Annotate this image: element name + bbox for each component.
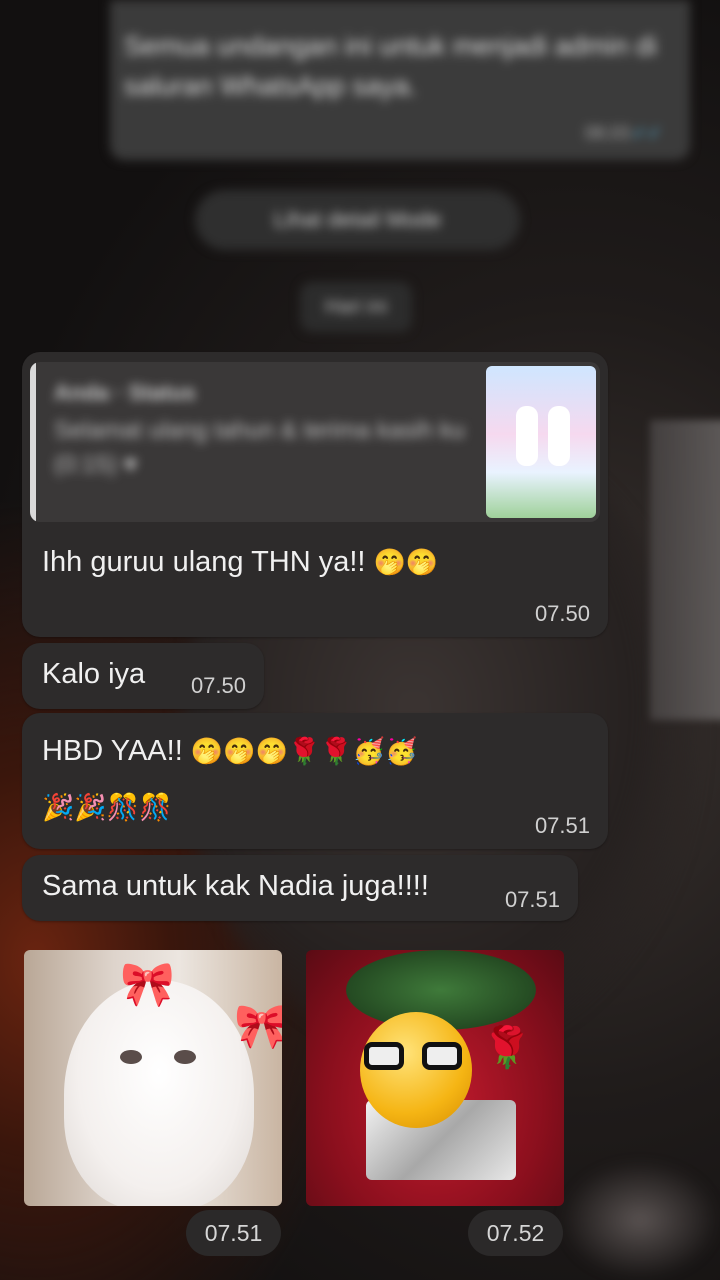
system-pill-label: Lihat detail Mode [273, 207, 442, 232]
message-time: 07.51 [534, 813, 590, 838]
date-chip: Hari ini [300, 282, 412, 332]
message-time: 07.50 [190, 673, 246, 698]
emoji-face [360, 1012, 472, 1128]
heart-icon: ♥ [123, 451, 138, 478]
kitten-eye [120, 1050, 142, 1064]
kitten-eye [174, 1050, 196, 1064]
sticker-time: 07.51 [204, 1219, 263, 1246]
sticker-emoji-gift[interactable]: 🌹 [306, 950, 564, 1206]
quoted-status[interactable]: Anda · Status Selamat ulang tahun & teri… [30, 362, 600, 522]
message-bubble[interactable]: Kalo iya 07.50 [22, 643, 264, 709]
rose-icon: 🌹 [482, 1025, 532, 1071]
message-text: HBD YAA!! 🤭🤭🤭🌹🌹🥳🥳 [42, 735, 418, 767]
message-bubble-reply[interactable]: Anda · Status Selamat ulang tahun & teri… [22, 352, 608, 637]
blurred-top-message: Semua undangan ini untuk menjadi admin d… [110, 0, 690, 160]
message-text: Kalo iya [42, 658, 146, 690]
quote-accent-bar [30, 362, 36, 522]
system-pill[interactable]: Lihat detail Mode [195, 190, 520, 250]
bow-icon: 🎀 [120, 959, 175, 1010]
kitten-figure [64, 980, 254, 1206]
message-text: Ihh guruu ulang THN ya!! 🤭🤭 [42, 546, 439, 578]
sticker-time: 07.52 [486, 1219, 545, 1246]
sticker-time-chip: 07.51 [186, 1210, 281, 1256]
date-chip-label: Hari ini [324, 295, 388, 318]
emoji-group: 🤭🤭🤭🌹🌹🥳🥳 [190, 737, 418, 767]
message-emoji-line: 🎉🎉🎊🎊 [42, 787, 172, 828]
emoji-group: 🤭🤭 [373, 548, 439, 578]
bow-icon: 🎀 [234, 1001, 282, 1052]
quote-text: Selamat ulang tahun & terima kasih ku (0… [54, 417, 465, 478]
sticker-time-chip: 07.52 [468, 1210, 563, 1256]
top-message-time: 08.03 [584, 123, 630, 143]
message-bubble[interactable]: Sama untuk kak Nadia juga!!!! 07.51 [22, 855, 578, 921]
quote-author: Anda · Status [54, 380, 196, 405]
top-message-text: Semua undangan ini untuk menjadi admin d… [124, 31, 657, 101]
sticker-kitten[interactable]: 🎀 🎀 [24, 950, 282, 1206]
background-wall [650, 420, 720, 720]
message-bubble[interactable]: HBD YAA!! 🤭🤭🤭🌹🌹🥳🥳 🎉🎉🎊🎊 07.51 [22, 713, 608, 849]
glasses-icon [364, 1042, 468, 1070]
quote-thumbnail [486, 366, 596, 518]
message-time: 07.51 [504, 887, 560, 912]
read-ticks-icon: ✓✓ [631, 123, 662, 143]
background-glow [560, 1160, 720, 1280]
emoji-group: 🎉🎉🎊🎊 [42, 793, 172, 823]
thumb-figure [516, 406, 538, 466]
message-text: Sama untuk kak Nadia juga!!!! [42, 870, 429, 902]
thumb-figure [548, 406, 570, 466]
message-time: 07.50 [534, 601, 590, 626]
